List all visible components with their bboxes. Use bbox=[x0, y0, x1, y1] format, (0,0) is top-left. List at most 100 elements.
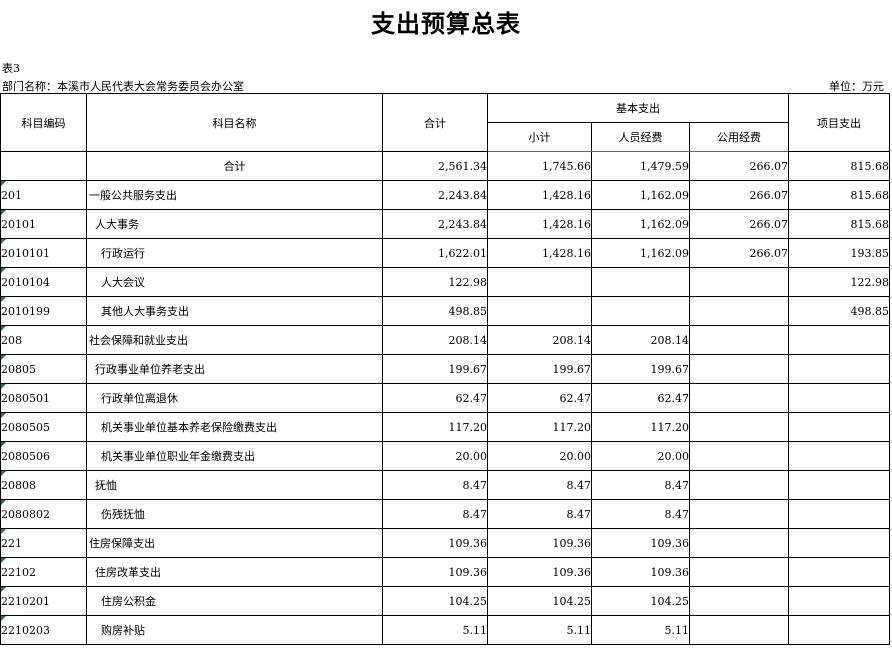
cell-subtotal: 62.47 bbox=[487, 383, 592, 413]
table-row: 2080506 机关事业单位职业年金缴费支出 20.00 20.00 20.00 bbox=[0, 441, 890, 471]
table-row: 22102 住房改革支出 109.36 109.36 109.36 bbox=[0, 557, 890, 587]
cell-project bbox=[788, 412, 890, 442]
cell-public bbox=[689, 325, 789, 355]
cell-name: 购房补贴 bbox=[86, 615, 383, 645]
cell-total: 117.20 bbox=[382, 412, 488, 442]
table-row: 20805 行政事业单位养老支出 199.67 199.67 199.67 bbox=[0, 354, 890, 384]
cell-personnel bbox=[591, 296, 690, 326]
cell-name: 机关事业单位基本养老保险缴费支出 bbox=[86, 412, 383, 442]
cell-total: 109.36 bbox=[382, 528, 488, 558]
cell-subtotal: 117.20 bbox=[487, 412, 592, 442]
cell-subtotal: 20.00 bbox=[487, 441, 592, 471]
cell-name: 抚恤 bbox=[86, 470, 383, 500]
cell-code: 2010104 bbox=[0, 267, 87, 297]
unit-label: 单位：万元 bbox=[829, 80, 884, 93]
cell-subtotal: 1,428.16 bbox=[487, 209, 592, 239]
cell-name: 行政运行 bbox=[86, 238, 383, 268]
cell-project bbox=[788, 499, 890, 529]
cell-public bbox=[689, 528, 789, 558]
header-basic: 基本支出 bbox=[487, 93, 789, 123]
header-public: 公用经费 bbox=[689, 122, 789, 152]
cell-code bbox=[0, 151, 87, 181]
cell-project bbox=[788, 615, 890, 645]
cell-personnel: 1,162.09 bbox=[591, 180, 690, 210]
cell-public bbox=[689, 354, 789, 384]
cell-project: 498.85 bbox=[788, 296, 890, 326]
cell-subtotal: 104.25 bbox=[487, 586, 592, 616]
cell-total: 199.67 bbox=[382, 354, 488, 384]
cell-code: 2010199 bbox=[0, 296, 87, 326]
cell-total: 2,243.84 bbox=[382, 180, 488, 210]
cell-personnel: 20.00 bbox=[591, 441, 690, 471]
cell-personnel: 1,162.09 bbox=[591, 238, 690, 268]
cell-project bbox=[788, 557, 890, 587]
cell-project bbox=[788, 528, 890, 558]
cell-personnel: 1,479.59 bbox=[591, 151, 690, 181]
page-title: 支出预算总表 bbox=[371, 10, 521, 38]
cell-public: 266.07 bbox=[689, 238, 789, 268]
cell-project: 815.68 bbox=[788, 180, 890, 210]
table-row: 201 一般公共服务支出 2,243.84 1,428.16 1,162.09 266.0… bbox=[0, 180, 890, 210]
table-body: 合计 2,561.34 1,745.66 1,479.59 266.07 815.68 20… bbox=[0, 151, 890, 645]
cell-code: 2080802 bbox=[0, 499, 87, 529]
cell-project bbox=[788, 441, 890, 471]
header-project: 项目支出 bbox=[788, 93, 890, 152]
cell-code: 20805 bbox=[0, 354, 87, 384]
cell-project bbox=[788, 383, 890, 413]
cell-project: 193.85 bbox=[788, 238, 890, 268]
department-name: 部门名称：本溪市人民代表大会常务委员会办公室 bbox=[2, 80, 244, 93]
cell-total: 62.47 bbox=[382, 383, 488, 413]
table-row: 208 社会保障和就业支出 208.14 208.14 208.14 bbox=[0, 325, 890, 355]
cell-code: 201 bbox=[0, 180, 87, 210]
budget-table: 科目编码 科目名称 合计 基本支出 项目支出 小计 人员经费 公用经费 合计 2,… bbox=[0, 93, 890, 645]
cell-subtotal: 1,428.16 bbox=[487, 180, 592, 210]
cell-public bbox=[689, 296, 789, 326]
cell-name: 住房公积金 bbox=[86, 586, 383, 616]
table-row: 20101 人大事务 2,243.84 1,428.16 1,162.09 266.07 8… bbox=[0, 209, 890, 239]
cell-total: 5.11 bbox=[382, 615, 488, 645]
cell-project: 815.68 bbox=[788, 151, 890, 181]
header-name: 科目名称 bbox=[86, 93, 383, 152]
cell-personnel: 62.47 bbox=[591, 383, 690, 413]
table-row: 合计 2,561.34 1,745.66 1,479.59 266.07 815.68 bbox=[0, 151, 890, 181]
cell-total: 2,243.84 bbox=[382, 209, 488, 239]
cell-name: 合计 bbox=[86, 151, 383, 181]
cell-total: 498.85 bbox=[382, 296, 488, 326]
cell-subtotal: 208.14 bbox=[487, 325, 592, 355]
cell-public bbox=[689, 557, 789, 587]
cell-name: 社会保障和就业支出 bbox=[86, 325, 383, 355]
cell-public bbox=[689, 441, 789, 471]
cell-subtotal: 109.36 bbox=[487, 557, 592, 587]
cell-personnel: 117.20 bbox=[591, 412, 690, 442]
cell-code: 208 bbox=[0, 325, 87, 355]
cell-personnel: 109.36 bbox=[591, 528, 690, 558]
cell-total: 8.47 bbox=[382, 470, 488, 500]
cell-personnel: 104.25 bbox=[591, 586, 690, 616]
cell-name: 行政事业单位养老支出 bbox=[86, 354, 383, 384]
cell-code: 221 bbox=[0, 528, 87, 558]
table-row: 2010101 行政运行 1,622.01 1,428.16 1,162.09 266.0… bbox=[0, 238, 890, 268]
cell-personnel: 8.47 bbox=[591, 470, 690, 500]
header-personnel: 人员经费 bbox=[591, 122, 690, 152]
cell-total: 109.36 bbox=[382, 557, 488, 587]
cell-subtotal: 1,745.66 bbox=[487, 151, 592, 181]
table-row: 2010104 人大会议 122.98 122.98 bbox=[0, 267, 890, 297]
header-total: 合计 bbox=[382, 93, 488, 152]
cell-public bbox=[689, 499, 789, 529]
table-row: 2010199 其他人大事务支出 498.85 498.85 bbox=[0, 296, 890, 326]
cell-subtotal: 8.47 bbox=[487, 499, 592, 529]
table-row: 2210201 住房公积金 104.25 104.25 104.25 bbox=[0, 586, 890, 616]
cell-public bbox=[689, 586, 789, 616]
cell-code: 2080501 bbox=[0, 383, 87, 413]
cell-subtotal bbox=[487, 296, 592, 326]
cell-project bbox=[788, 586, 890, 616]
cell-code: 20101 bbox=[0, 209, 87, 239]
cell-project: 815.68 bbox=[788, 209, 890, 239]
cell-public: 266.07 bbox=[689, 180, 789, 210]
cell-personnel: 208.14 bbox=[591, 325, 690, 355]
cell-subtotal bbox=[487, 267, 592, 297]
cell-name: 人大会议 bbox=[86, 267, 383, 297]
cell-public bbox=[689, 470, 789, 500]
cell-public bbox=[689, 412, 789, 442]
cell-project: 122.98 bbox=[788, 267, 890, 297]
